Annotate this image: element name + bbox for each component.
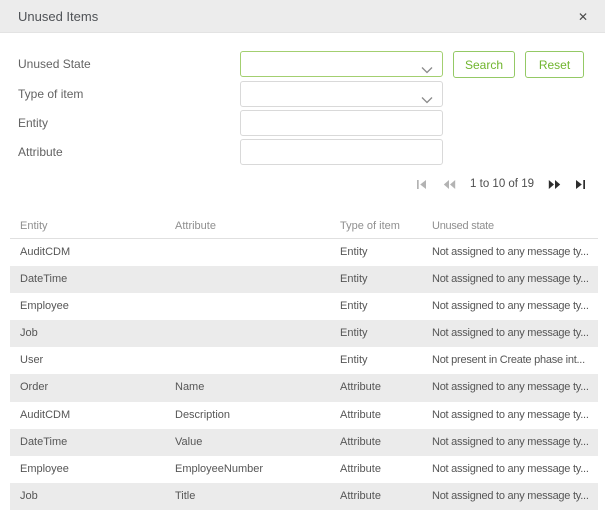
- cell-entity: AuditCDM: [20, 246, 71, 258]
- entity-label: Entity: [18, 116, 49, 130]
- cell-entity: Order: [20, 381, 49, 394]
- table-row[interactable]: Job Entity Not assigned to any message t…: [10, 320, 598, 348]
- table-row[interactable]: Employee Entity Not assigned to any mess…: [10, 293, 598, 321]
- table-row[interactable]: DateTime Value Attribute Not assigned to…: [10, 428, 598, 456]
- type-of-item-label: Type of item: [18, 87, 84, 101]
- next-page-button[interactable]: [548, 179, 561, 190]
- cell-attribute: Title: [175, 489, 196, 502]
- attribute-label: Attribute: [18, 145, 63, 159]
- cell-attribute: Description: [175, 408, 231, 421]
- cell-attribute: Name: [175, 381, 205, 394]
- cell-entity: DateTime: [20, 435, 68, 448]
- dialog-header: Unused Items ✕: [0, 0, 605, 33]
- unused-state-select[interactable]: [240, 51, 443, 77]
- entity-input[interactable]: [240, 110, 443, 136]
- cell-state: Not assigned to any message ty...: [432, 408, 589, 421]
- cell-type: Attribute: [340, 435, 381, 448]
- cell-type: Attribute: [340, 408, 381, 421]
- table-row[interactable]: AuditCDM Entity Not assigned to any mess…: [10, 239, 598, 267]
- table-row[interactable]: User Entity Not present in Create phase …: [10, 347, 598, 375]
- cell-state: Not assigned to any message ty...: [432, 489, 589, 502]
- cell-entity: User: [20, 354, 44, 367]
- close-button[interactable]: ✕: [573, 0, 593, 33]
- column-header-attribute: Attribute: [175, 220, 216, 232]
- cell-state: Not assigned to any message ty...: [432, 462, 589, 475]
- column-header-state: Unused state: [432, 220, 494, 232]
- reset-button[interactable]: Reset: [525, 51, 584, 78]
- dialog-title: Unused Items: [18, 9, 99, 24]
- cell-state: Not assigned to any message ty...: [432, 300, 589, 313]
- cell-entity: DateTime: [20, 273, 68, 286]
- column-header-entity: Entity: [20, 220, 48, 232]
- cell-state: Not assigned to any message ty...: [432, 381, 589, 394]
- last-page-icon: [576, 179, 585, 189]
- cell-state: Not assigned to any message ty...: [432, 327, 589, 340]
- cell-entity: AuditCDM: [20, 408, 71, 421]
- cell-type: Attribute: [340, 489, 381, 502]
- cell-state: Not present in Create phase int...: [432, 354, 585, 367]
- table-header-row: Entity Attribute Type of item Unused sta…: [10, 214, 598, 239]
- column-header-type: Type of item: [340, 220, 400, 232]
- last-page-button[interactable]: [575, 179, 588, 190]
- cell-entity: Employee: [20, 300, 69, 313]
- cell-type: Attribute: [340, 381, 381, 394]
- cell-type: Entity: [340, 327, 368, 340]
- next-page-icon: [548, 179, 561, 189]
- chevron-down-icon: [421, 61, 433, 74]
- table-row[interactable]: AuditCDM Description Attribute Not assig…: [10, 401, 598, 429]
- attribute-input[interactable]: [240, 139, 443, 165]
- cell-type: Entity: [340, 300, 368, 313]
- cell-type: Attribute: [340, 462, 381, 475]
- pagination-range-text: 1 to 10 of 19: [470, 178, 534, 190]
- unused-items-table: Entity Attribute Type of item Unused sta…: [10, 214, 598, 510]
- first-page-button[interactable]: [416, 179, 429, 190]
- table-row[interactable]: Order Name Attribute Not assigned to any…: [10, 374, 598, 402]
- close-icon: ✕: [577, 9, 589, 24]
- first-page-icon: [417, 179, 427, 189]
- cell-attribute: EmployeeNumber: [175, 462, 264, 475]
- cell-type: Entity: [340, 273, 368, 286]
- cell-entity: Job: [20, 489, 38, 502]
- chevron-down-icon: [421, 91, 433, 104]
- pagination: 1 to 10 of 19: [416, 175, 588, 193]
- cell-state: Not assigned to any message ty...: [432, 273, 589, 286]
- cell-state: Not assigned to any message ty...: [432, 435, 589, 448]
- search-button[interactable]: Search: [453, 51, 515, 78]
- table-row[interactable]: Employee EmployeeNumber Attribute Not as…: [10, 455, 598, 483]
- table-row[interactable]: Job Title Attribute Not assigned to any …: [10, 482, 598, 510]
- cell-state: Not assigned to any message ty...: [432, 246, 589, 258]
- type-of-item-select[interactable]: [240, 81, 443, 107]
- cell-entity: Job: [20, 327, 38, 340]
- cell-entity: Employee: [20, 462, 69, 475]
- cell-attribute: Value: [175, 435, 203, 448]
- unused-state-label: Unused State: [18, 57, 91, 71]
- previous-page-button[interactable]: [443, 179, 456, 190]
- cell-type: Entity: [340, 246, 368, 258]
- cell-type: Entity: [340, 354, 368, 367]
- table-row[interactable]: DateTime Entity Not assigned to any mess…: [10, 266, 598, 294]
- previous-page-icon: [443, 179, 456, 189]
